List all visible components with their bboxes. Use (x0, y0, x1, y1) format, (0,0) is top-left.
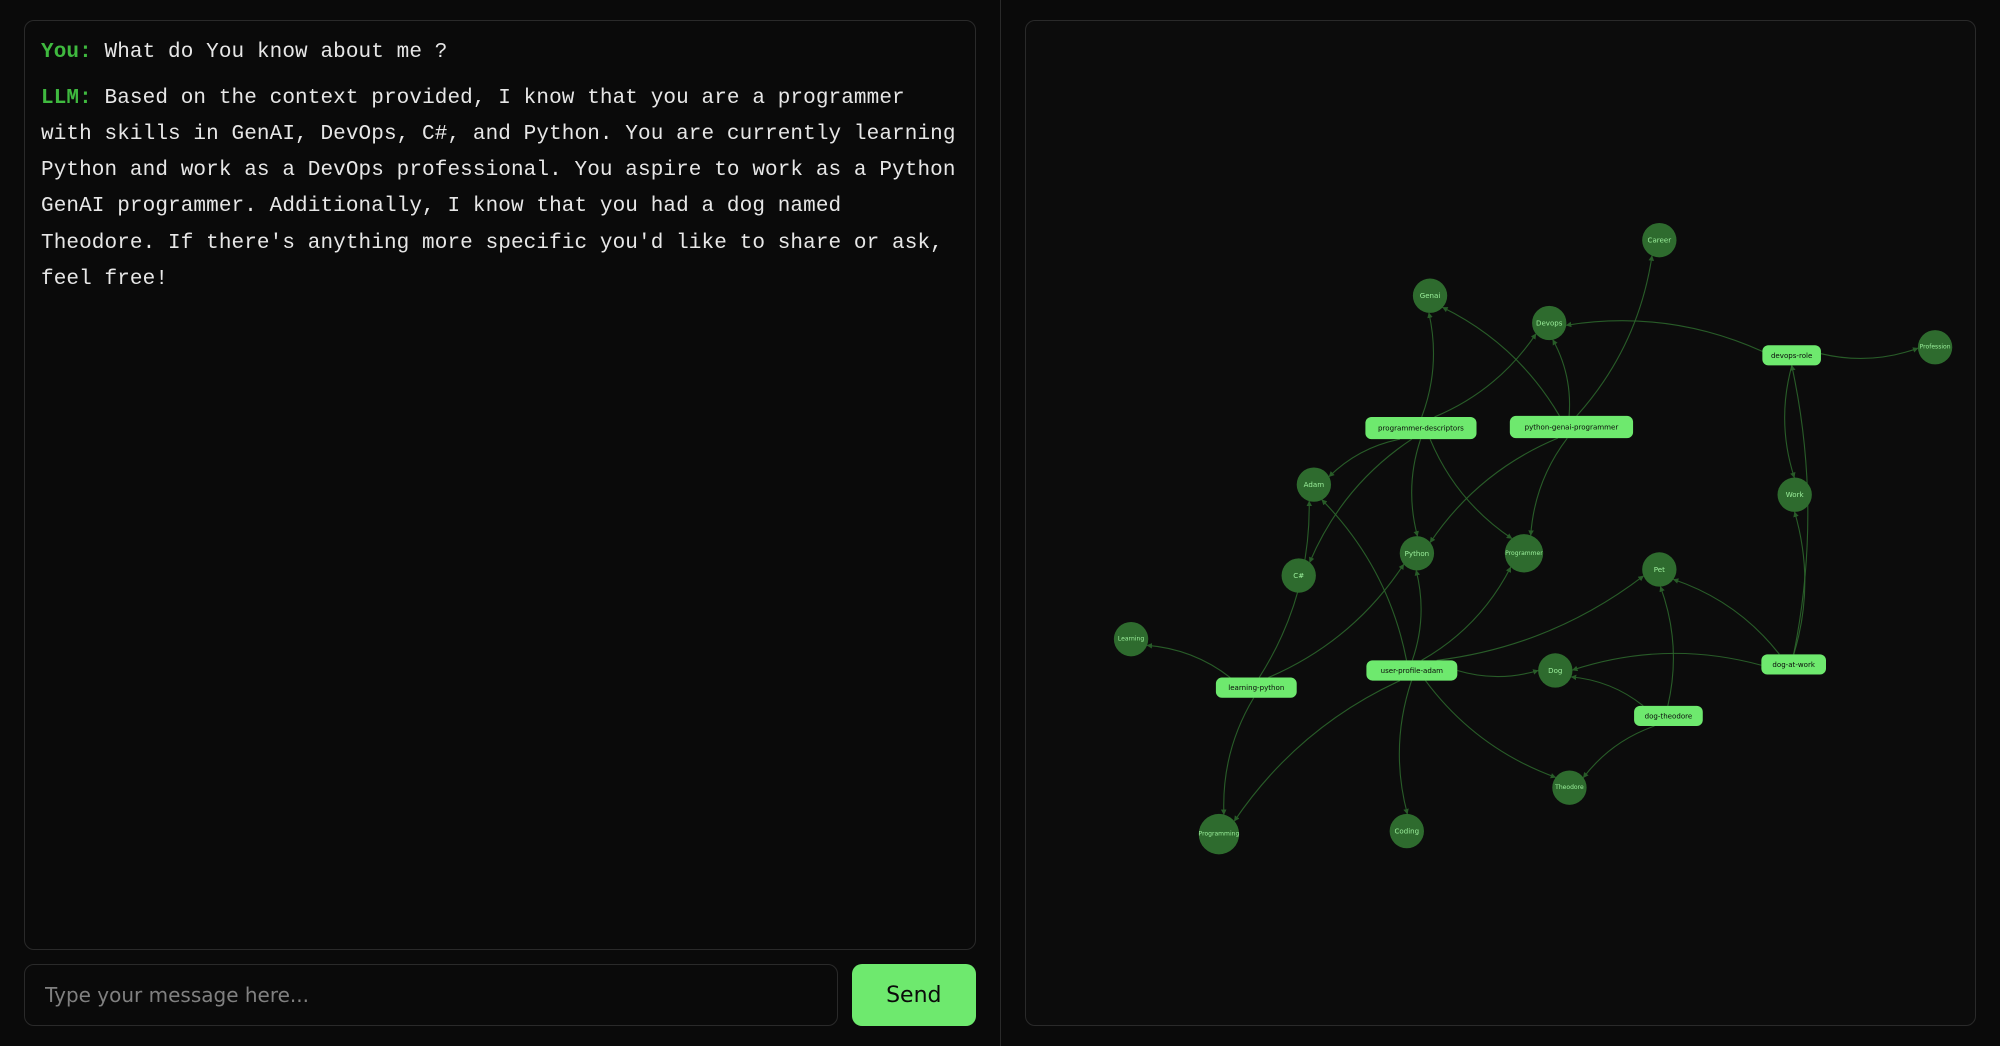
graph-node-label: Career (1647, 236, 1671, 245)
message-text: Based on the context provided, I know th… (41, 87, 956, 291)
chat-pane: You: What do You know about me ?LLM: Bas… (0, 0, 1000, 1046)
graph-edge (1571, 677, 1643, 706)
graph-edge (1399, 681, 1411, 814)
chat-messages[interactable]: You: What do You know about me ?LLM: Bas… (24, 20, 976, 950)
graph-node-genai[interactable]: Genai (1412, 279, 1446, 313)
graph-node-user-profile[interactable]: user-profile-adam (1366, 660, 1457, 680)
graph-node-label: Python (1404, 549, 1428, 558)
graph-node-programming[interactable]: Programming (1198, 814, 1239, 854)
message-speaker: LLM: (41, 87, 92, 110)
graph-node-label: learning-python (1228, 683, 1284, 692)
graph-node-label: user-profile-adam (1380, 666, 1442, 675)
graph-node-label: Coding (1394, 827, 1419, 836)
graph-node-coding[interactable]: Coding (1389, 814, 1423, 848)
graph-node-csharp[interactable]: C# (1281, 558, 1315, 592)
graph-pane: Career Genai Devops Profession devops-role pr… (1001, 0, 2000, 1046)
graph-node-label: Programmer (1505, 550, 1543, 557)
graph-node-label: devops-role (1770, 351, 1811, 360)
graph-node-label: Dog (1548, 666, 1562, 675)
graph-edge (1234, 681, 1400, 821)
message-input[interactable] (24, 964, 838, 1026)
graph-node-label: C# (1293, 571, 1304, 580)
graph-node-label: python-genai-programmer (1524, 423, 1618, 432)
graph-edge (1147, 645, 1230, 677)
graph-node-devops[interactable]: Devops (1532, 306, 1566, 340)
graph-node-work[interactable]: Work (1777, 478, 1811, 512)
graph-node-label: Profession (1919, 344, 1950, 351)
graph-node-pgp[interactable]: python-genai-programmer (1509, 416, 1632, 438)
chat-message: You: What do You know about me ? (41, 35, 959, 71)
knowledge-graph[interactable]: Career Genai Devops Profession devops-role pr… (1025, 20, 1977, 1026)
graph-edge (1793, 512, 1804, 654)
graph-edge (1329, 439, 1400, 476)
graph-node-learn-py[interactable]: learning-python (1215, 678, 1296, 698)
graph-node-career[interactable]: Career (1642, 223, 1676, 257)
graph-node-label: Learning (1117, 636, 1143, 643)
message-speaker: You: (41, 41, 92, 64)
chat-message: LLM: Based on the context provided, I kn… (41, 81, 959, 298)
graph-edge (1421, 313, 1433, 417)
message-text: What do You know about me ? (92, 41, 448, 64)
graph-edge (1411, 439, 1420, 536)
graph-edge (1421, 567, 1510, 660)
graph-node-label: Pet (1653, 565, 1664, 574)
graph-edge (1673, 579, 1779, 654)
graph-node-label: Programming (1198, 831, 1239, 838)
graph-node-adam[interactable]: Adam (1296, 467, 1330, 501)
graph-edge (1660, 587, 1673, 706)
graph-node-dog[interactable]: Dog (1538, 653, 1572, 687)
graph-node-learning[interactable]: Learning (1113, 622, 1147, 656)
graph-node-label: Genai (1419, 291, 1440, 300)
graph-edge (1321, 500, 1406, 661)
graph-edge (1430, 438, 1558, 542)
graph-node-prog-desc[interactable]: programmer-descriptors (1365, 417, 1476, 439)
input-row: Send (24, 964, 976, 1026)
graph-edge (1572, 653, 1761, 670)
graph-edge (1820, 348, 1917, 358)
graph-node-theodore[interactable]: Theodore (1552, 770, 1586, 804)
graph-node-label: dog-at-work (1772, 660, 1815, 669)
graph-edge (1784, 365, 1794, 477)
graph-node-pet[interactable]: Pet (1642, 552, 1676, 586)
graph-node-python[interactable]: Python (1399, 536, 1433, 570)
graph-edge (1434, 334, 1535, 417)
graph-edge (1457, 670, 1538, 676)
graph-node-label: Adam (1303, 480, 1324, 489)
graph-edge (1430, 439, 1512, 538)
graph-node-label: programmer-descriptors (1378, 424, 1464, 433)
graph-edge (1436, 576, 1643, 660)
graph-edge (1223, 698, 1253, 815)
graph-node-profession[interactable]: Profession (1917, 330, 1951, 364)
graph-node-dog-theodore[interactable]: dog-theodore (1634, 706, 1703, 726)
graph-node-dog-at-work[interactable]: dog-at-work (1761, 654, 1826, 674)
graph-node-devops-role[interactable]: devops-role (1762, 345, 1821, 365)
graph-edge (1583, 726, 1654, 778)
graph-edge (1309, 439, 1411, 562)
graph-edge (1425, 681, 1555, 778)
graph-node-label: Theodore (1554, 784, 1584, 791)
graph-edge (1566, 321, 1762, 352)
graph-node-label: Work (1785, 490, 1804, 499)
send-button[interactable]: Send (852, 964, 975, 1026)
graph-node-programmer[interactable]: Programmer (1504, 534, 1543, 572)
graph-node-label: dog-theodore (1644, 711, 1692, 720)
graph-edge (1552, 340, 1569, 416)
graph-node-label: Devops (1536, 318, 1563, 327)
graph-edge (1576, 256, 1651, 416)
graph-edge (1412, 570, 1421, 660)
graph-edge (1530, 438, 1567, 535)
